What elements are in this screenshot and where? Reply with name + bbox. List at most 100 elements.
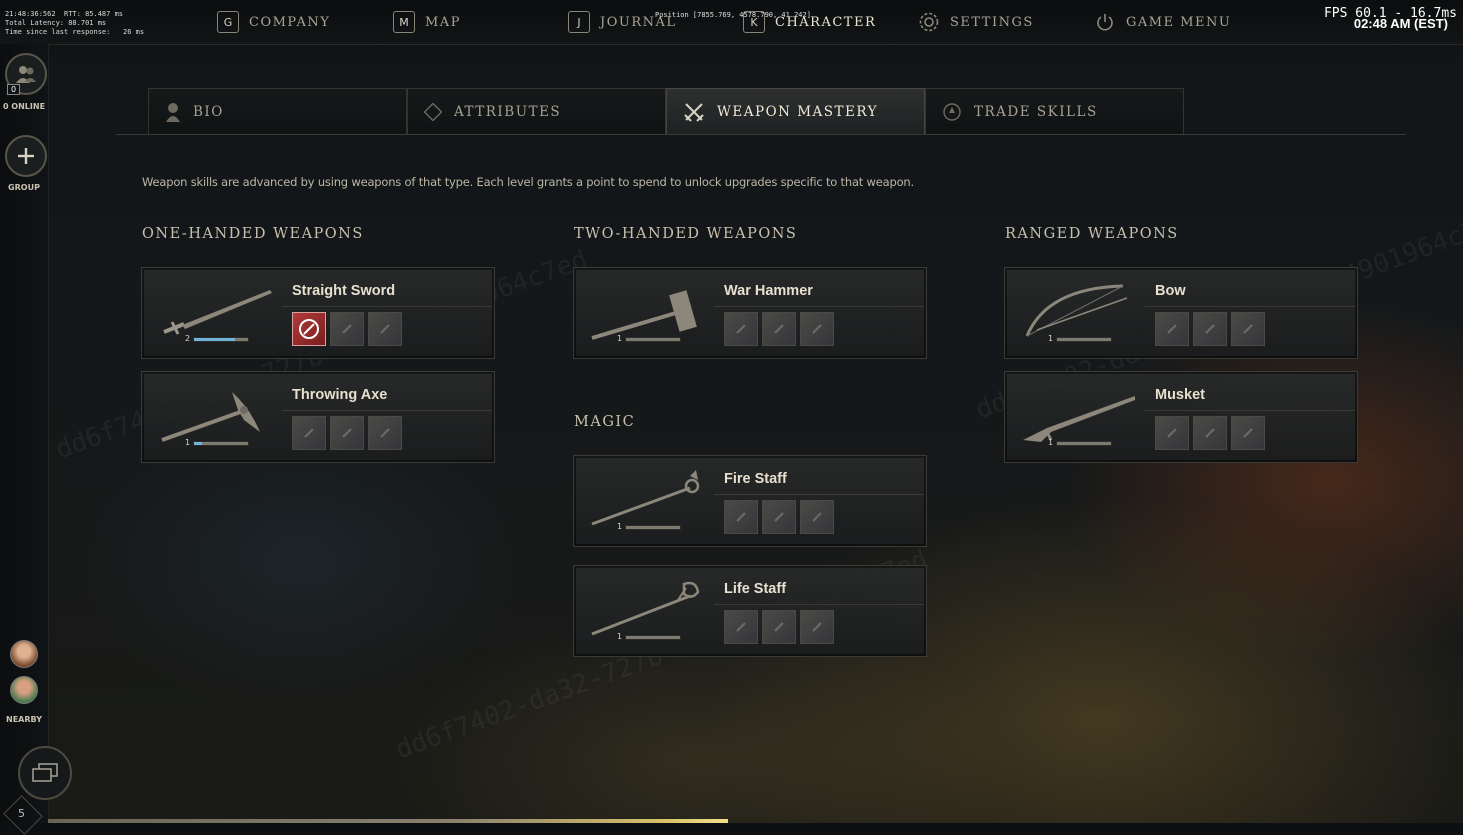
weapon-level: 1 xyxy=(1048,438,1054,447)
weapon-name: Fire Staff xyxy=(724,471,787,487)
upgrade-slot[interactable] xyxy=(724,610,758,644)
power-icon xyxy=(1094,11,1116,33)
upgrade-slots xyxy=(292,416,402,450)
nav-game-menu[interactable]: GAME MENU xyxy=(1094,11,1231,33)
upgrade-slot[interactable] xyxy=(330,416,364,450)
progress-bar xyxy=(1056,441,1112,446)
locked-ability-icon xyxy=(1243,324,1253,334)
nearby-avatar[interactable] xyxy=(10,676,38,704)
debug-overlay: 21:48:36:562 RTT: 85.487 ms Total Latency… xyxy=(5,10,144,37)
bow-icon xyxy=(1025,284,1128,337)
tab-underline xyxy=(116,134,1406,135)
experience-bar xyxy=(48,819,728,823)
locked-ability-icon xyxy=(1243,428,1253,438)
trade-icon xyxy=(943,102,961,121)
weapon-name: Life Staff xyxy=(724,581,787,597)
upgrade-slot[interactable] xyxy=(800,312,834,346)
bust-icon xyxy=(166,102,180,122)
tab-bio[interactable]: BIO xyxy=(148,88,407,134)
hammer-icon xyxy=(591,290,697,340)
upgrade-slot[interactable] xyxy=(292,416,326,450)
gear-icon xyxy=(918,11,940,33)
friends-icon xyxy=(16,66,36,83)
locked-ability-icon xyxy=(774,622,784,632)
locked-ability-icon xyxy=(1205,428,1215,438)
online-count-badge: 0 xyxy=(7,84,21,95)
upgrade-slot-unlocked[interactable] xyxy=(292,312,326,346)
divider xyxy=(1145,410,1355,411)
upgrade-slot[interactable] xyxy=(1155,312,1189,346)
nearby-label: NEARBY xyxy=(6,715,42,724)
weapon-card-fire-staff[interactable]: Fire Staff 1 xyxy=(573,455,927,547)
progress-bar xyxy=(625,525,681,530)
add-group-button[interactable] xyxy=(5,135,47,177)
debug-line: Time since last response: 26 ms xyxy=(5,28,145,36)
tab-label: TRADE SKILLS xyxy=(974,103,1098,120)
locked-ability-icon xyxy=(736,324,746,334)
key-hint: G xyxy=(217,11,239,33)
friends-button[interactable]: 0 xyxy=(5,53,47,95)
progress-bar xyxy=(193,441,249,446)
nearby-avatar[interactable] xyxy=(10,640,38,668)
tab-trade-skills[interactable]: TRADE SKILLS xyxy=(925,88,1184,134)
tab-weapon-mastery[interactable]: WEAPON MASTERY xyxy=(666,88,925,134)
description-text: Weapon skills are advanced by using weap… xyxy=(142,175,914,189)
tab-attributes[interactable]: ATTRIBUTES xyxy=(407,88,666,134)
upgrade-slot[interactable] xyxy=(800,500,834,534)
nav-label: COMPANY xyxy=(249,14,331,30)
musket-icon xyxy=(1023,396,1135,442)
weapon-level: 1 xyxy=(617,522,623,531)
locked-ability-icon xyxy=(774,512,784,522)
tab-label: ATTRIBUTES xyxy=(454,103,562,120)
upgrade-slot[interactable] xyxy=(762,312,796,346)
progress-fill xyxy=(194,442,203,445)
weapon-card-straight-sword[interactable]: Straight Sword 2 xyxy=(141,267,495,359)
upgrade-slot[interactable] xyxy=(1231,416,1265,450)
weapon-card-musket[interactable]: Musket 1 xyxy=(1004,371,1358,463)
upgrade-slot[interactable] xyxy=(1231,312,1265,346)
upgrade-slot[interactable] xyxy=(368,416,402,450)
progress-fill xyxy=(194,338,235,341)
section-one-handed: ONE-HANDED WEAPONS xyxy=(142,226,364,242)
locked-ability-icon xyxy=(774,324,784,334)
nav-company[interactable]: G COMPANY xyxy=(217,11,330,33)
top-nav-bar: 21:48:36:562 RTT: 85.487 ms Total Latency… xyxy=(0,0,1463,45)
locked-ability-icon xyxy=(812,512,822,522)
divider xyxy=(714,306,924,307)
nav-label: GAME MENU xyxy=(1126,14,1232,30)
online-label: 0 ONLINE xyxy=(2,102,46,111)
slash-icon xyxy=(299,319,319,339)
upgrade-slot[interactable] xyxy=(762,500,796,534)
divider xyxy=(282,410,492,411)
locked-ability-icon xyxy=(812,324,822,334)
fire-staff-icon xyxy=(591,470,700,526)
upgrade-slot[interactable] xyxy=(1193,312,1227,346)
weapon-name: Throwing Axe xyxy=(292,387,388,403)
plus-icon xyxy=(18,148,34,164)
nav-map[interactable]: M MAP xyxy=(393,11,461,33)
weapon-level: 1 xyxy=(1048,334,1054,343)
progress-bar xyxy=(625,337,681,342)
weapon-card-war-hammer[interactable]: War Hammer 1 xyxy=(573,267,927,359)
upgrade-slot[interactable] xyxy=(724,500,758,534)
upgrade-slot[interactable] xyxy=(1193,416,1227,450)
weapon-card-bow[interactable]: Bow 1 xyxy=(1004,267,1358,359)
weapon-card-throwing-axe[interactable]: Throwing Axe 1 xyxy=(141,371,495,463)
locked-ability-icon xyxy=(380,324,390,334)
weapon-card-life-staff[interactable]: Life Staff 1 xyxy=(573,565,927,657)
section-magic: MAGIC xyxy=(574,414,636,430)
upgrade-slot[interactable] xyxy=(330,312,364,346)
chat-button[interactable] xyxy=(18,746,72,800)
upgrade-slot[interactable] xyxy=(800,610,834,644)
upgrade-slot[interactable] xyxy=(1155,416,1189,450)
divider xyxy=(282,306,492,307)
weapon-level: 2 xyxy=(185,334,191,343)
locked-ability-icon xyxy=(380,428,390,438)
upgrade-slot[interactable] xyxy=(368,312,402,346)
upgrade-slots xyxy=(724,610,834,644)
nav-settings[interactable]: SETTINGS xyxy=(918,11,1034,33)
weapon-name: Straight Sword xyxy=(292,283,396,299)
upgrade-slot[interactable] xyxy=(724,312,758,346)
progress-bar xyxy=(193,337,249,342)
upgrade-slot[interactable] xyxy=(762,610,796,644)
